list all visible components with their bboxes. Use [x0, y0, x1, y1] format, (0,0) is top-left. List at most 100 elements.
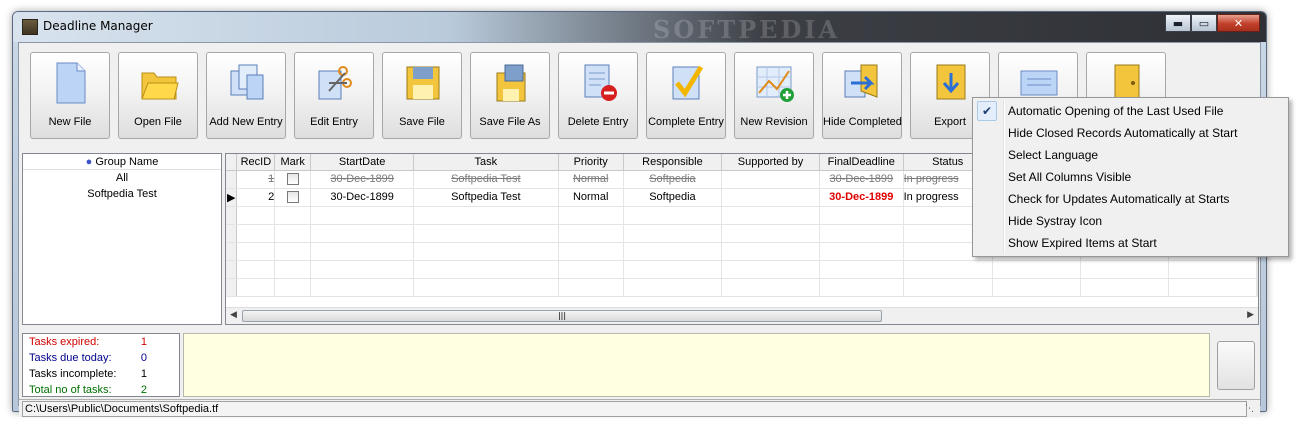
cell-task[interactable] — [413, 260, 559, 279]
mark-checkbox[interactable] — [286, 173, 299, 186]
scroll-right-icon[interactable]: ▶ — [1247, 310, 1254, 320]
cell-task[interactable] — [413, 206, 559, 225]
horizontal-scrollbar[interactable]: ◀ ||| ▶ — [226, 307, 1258, 324]
cell-supported-by[interactable] — [721, 188, 820, 207]
delete-entry-button[interactable]: Delete Entry — [558, 52, 638, 139]
complete-entry-button[interactable]: Complete Entry — [646, 52, 726, 139]
cell-task[interactable] — [413, 242, 559, 261]
cell-mark[interactable] — [274, 206, 312, 225]
scroll-left-icon[interactable]: ◀ — [230, 310, 237, 320]
cell-recid[interactable] — [236, 224, 276, 243]
cell-recid[interactable] — [236, 260, 276, 279]
cell-finaldeadline[interactable] — [819, 224, 904, 243]
table-row[interactable] — [226, 278, 1258, 297]
cell-finaldeadline[interactable] — [819, 278, 904, 297]
cell-priority[interactable]: Normal — [558, 170, 624, 189]
notes-area[interactable] — [183, 333, 1210, 397]
cell-recid[interactable]: 2 — [236, 188, 276, 207]
table-row[interactable] — [226, 260, 1258, 279]
cell-finaldeadline[interactable] — [819, 242, 904, 261]
cell-priority[interactable] — [558, 278, 624, 297]
menu-item-set-all-columns-visible[interactable]: Set All Columns Visible — [973, 166, 1288, 188]
cell-status[interactable] — [903, 260, 993, 279]
column-header-startdate[interactable]: StartDate — [310, 154, 415, 171]
save-file-button[interactable]: Save File — [382, 52, 462, 139]
cell-finaldeadline[interactable]: 30-Dec-1899 — [819, 170, 904, 189]
add-new-entry-button[interactable]: Add New Entry — [206, 52, 286, 139]
notes-side-button[interactable] — [1217, 341, 1255, 390]
cell-startdate[interactable]: 30-Dec-1899 — [310, 188, 415, 207]
cell-supported-by[interactable] — [721, 224, 820, 243]
cell-priority[interactable] — [558, 206, 624, 225]
cell-startdate[interactable] — [310, 224, 415, 243]
column-header-recid[interactable]: RecID — [236, 154, 276, 171]
cell-priority[interactable] — [558, 260, 624, 279]
cell-recid[interactable] — [236, 278, 276, 297]
cell-supported-by[interactable] — [721, 260, 820, 279]
cell-mark[interactable] — [274, 260, 312, 279]
cell-mark[interactable] — [274, 170, 312, 189]
maximize-button[interactable]: ▭ — [1191, 14, 1217, 32]
group-item-all[interactable]: All — [23, 170, 221, 186]
cell-supported-by[interactable] — [721, 170, 820, 189]
cell-recid[interactable]: 1 — [236, 170, 276, 189]
column-header-mark[interactable]: Mark — [274, 154, 312, 171]
new-file-button[interactable]: New File — [30, 52, 110, 139]
mark-checkbox[interactable] — [286, 191, 299, 204]
cell-mark[interactable] — [274, 242, 312, 261]
cell-finaldeadline[interactable]: 30-Dec-1899 — [819, 188, 904, 207]
cell-supported-by[interactable] — [721, 278, 820, 297]
open-file-button[interactable]: Open File — [118, 52, 198, 139]
cell-task[interactable] — [413, 278, 559, 297]
menu-item-check-for-updates-automatically-at-starts[interactable]: Check for Updates Automatically at Start… — [973, 188, 1288, 210]
cell-mark[interactable] — [274, 278, 312, 297]
cell-startdate[interactable] — [310, 260, 415, 279]
cell-finaldeadline[interactable] — [819, 260, 904, 279]
cell-mark[interactable] — [274, 188, 312, 207]
hide-completed-button[interactable]: Hide Completed — [822, 52, 902, 139]
group-header[interactable]: ● Group Name — [23, 154, 221, 170]
minimize-button[interactable]: ▬ — [1165, 14, 1191, 32]
cell-supported-by[interactable] — [721, 242, 820, 261]
cell-supported-by[interactable] — [721, 206, 820, 225]
cell-mark[interactable] — [274, 224, 312, 243]
new-revision-button[interactable]: New Revision — [734, 52, 814, 139]
menu-item-automatic-opening-of-the-last-used-file[interactable]: ✔ Automatic Opening of the Last Used File — [973, 100, 1288, 122]
cell-responsible[interactable] — [623, 260, 723, 279]
cell-responsible[interactable]: Softpedia — [623, 188, 723, 207]
cell-responsible[interactable] — [623, 224, 723, 243]
column-header-supported-by[interactable]: Supported by — [721, 154, 820, 171]
cell-responsible[interactable]: Softpedia — [623, 170, 723, 189]
cell-task[interactable]: Softpedia Test — [413, 170, 559, 189]
column-header-task[interactable]: Task — [413, 154, 559, 171]
cell-responsible[interactable] — [623, 278, 723, 297]
column-header-responsible[interactable]: Responsible — [623, 154, 723, 171]
close-button[interactable]: ✕ — [1217, 14, 1260, 32]
cell-startdate[interactable]: 30-Dec-1899 — [310, 170, 415, 189]
cell-priority[interactable]: Normal — [558, 188, 624, 207]
menu-item-show-expired-items-at-start[interactable]: Show Expired Items at Start — [973, 232, 1288, 254]
scroll-thumb[interactable]: ||| — [242, 310, 882, 322]
cell-startdate[interactable] — [310, 206, 415, 225]
edit-entry-button[interactable]: Edit Entry — [294, 52, 374, 139]
cell-task[interactable]: Softpedia Test — [413, 188, 559, 207]
group-item-softpedia-test[interactable]: Softpedia Test — [23, 186, 221, 202]
save-file-as-button[interactable]: Save File As — [470, 52, 550, 139]
cell-priority[interactable] — [558, 242, 624, 261]
cell-task[interactable] — [413, 224, 559, 243]
column-header-finaldeadline[interactable]: FinalDeadline — [819, 154, 904, 171]
cell-recid[interactable] — [236, 206, 276, 225]
cell-responsible[interactable] — [623, 206, 723, 225]
menu-item-hide-systray-icon[interactable]: Hide Systray Icon — [973, 210, 1288, 232]
resize-grip-icon[interactable]: ⋱ — [1245, 404, 1254, 414]
cell-recid[interactable] — [236, 242, 276, 261]
cell-startdate[interactable] — [310, 242, 415, 261]
cell-responsible[interactable] — [623, 242, 723, 261]
cell-status[interactable] — [903, 278, 993, 297]
cell-finaldeadline[interactable] — [819, 206, 904, 225]
cell-startdate[interactable] — [310, 278, 415, 297]
menu-item-select-language[interactable]: Select Language — [973, 144, 1288, 166]
title-bar[interactable]: Deadline Manager SOFTPEDIA ▬ ▭ ✕ — [13, 12, 1266, 44]
menu-item-hide-closed-records-automatically-at-start[interactable]: Hide Closed Records Automatically at Sta… — [973, 122, 1288, 144]
column-header-priority[interactable]: Priority — [558, 154, 624, 171]
